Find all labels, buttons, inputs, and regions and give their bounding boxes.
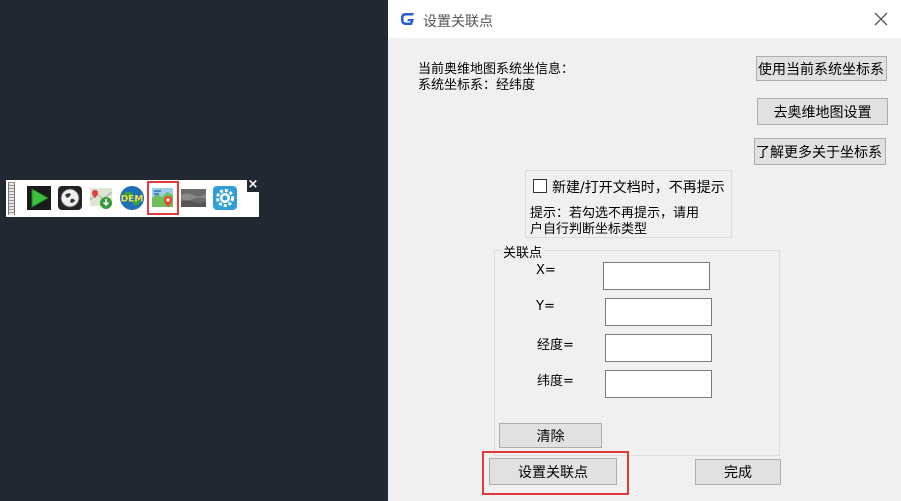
latitude-label: 纬度= — [537, 374, 574, 389]
dialog-title: 设置关联点 — [423, 14, 493, 30]
longitude-label: 经度= — [537, 338, 574, 353]
settings-gear-icon — [212, 186, 237, 210]
coord-system-label: 系统坐标系：经纬度 — [418, 78, 536, 93]
toolbar-close-button[interactable]: × — [247, 178, 259, 192]
x-input[interactable] — [603, 262, 710, 290]
dem-button[interactable]: DEM — [117, 183, 146, 213]
hint-box: 新建/打开文档时，不再提示 提示：若勾选不再提示，请用 户自行判断坐标类型 — [525, 170, 732, 238]
terrain-button[interactable] — [180, 183, 207, 213]
x-label: X= — [536, 263, 556, 278]
clear-button[interactable]: 清除 — [499, 423, 602, 448]
globe-icon — [57, 186, 82, 210]
associate-point-group-title: 关联点 — [501, 242, 545, 261]
terrain-layer-icon — [181, 189, 206, 207]
latitude-input[interactable] — [605, 370, 712, 398]
hint-text-line2: 户自行判断坐标类型 — [530, 222, 648, 237]
dont-remind-checkbox[interactable] — [533, 179, 547, 193]
floating-toolbar: × DEM — [6, 178, 259, 217]
set-associate-point-button[interactable]: 设置关联点 — [489, 458, 617, 485]
y-label: Y= — [536, 299, 555, 314]
close-icon[interactable] — [872, 10, 890, 28]
dem-globe-icon: DEM — [119, 186, 144, 210]
map-download-icon — [88, 188, 113, 209]
globe-button[interactable] — [55, 183, 84, 213]
svg-text:DEM: DEM — [120, 195, 143, 205]
longitude-input[interactable] — [605, 334, 712, 362]
set-associate-point-dialog: 设置关联点 当前奥维地图系统坐信息： 系统坐标系：经纬度 使用当前系统坐标系 去… — [388, 0, 901, 501]
settings-button[interactable] — [210, 183, 239, 213]
play-arrow-icon — [26, 186, 51, 210]
learn-more-coords-button[interactable]: 了解更多关于坐标系 — [754, 138, 886, 165]
y-input[interactable] — [605, 298, 712, 326]
map-pin-icon — [152, 188, 173, 207]
app-logo-icon — [401, 13, 414, 25]
goto-map-settings-button[interactable]: 去奥维地图设置 — [757, 98, 888, 125]
done-button[interactable]: 完成 — [695, 459, 781, 485]
play-button[interactable] — [24, 183, 53, 213]
toolbar-drag-handle[interactable] — [8, 182, 15, 215]
associate-point-button[interactable] — [147, 181, 179, 215]
dont-remind-label: 新建/打开文档时，不再提示 — [552, 180, 725, 196]
use-current-system-button[interactable]: 使用当前系统坐标系 — [756, 56, 887, 81]
dialog-titlebar: 设置关联点 — [388, 0, 901, 38]
map-download-button[interactable] — [86, 183, 115, 213]
